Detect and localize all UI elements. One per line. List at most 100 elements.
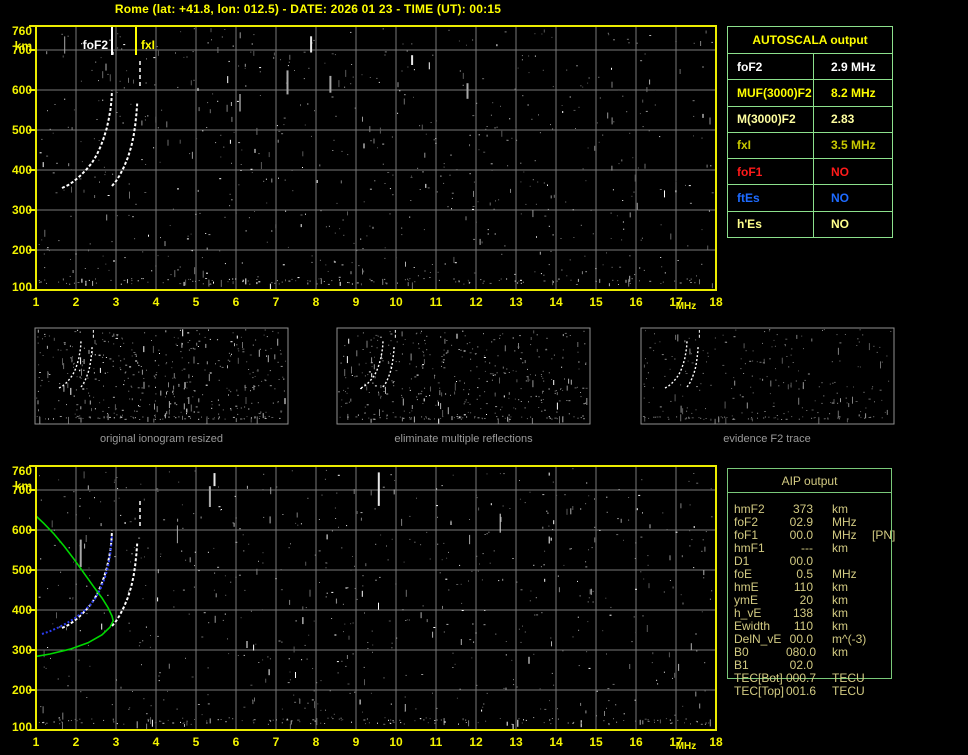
svg-text:7: 7: [273, 735, 280, 749]
autoscala-table-header: AUTOSCALA output: [728, 27, 892, 54]
svg-text:600: 600: [12, 83, 32, 97]
caption-eliminate-reflections: eliminate multiple reflections: [337, 433, 590, 445]
aip-row-B0: B0080.0km: [734, 646, 964, 659]
svg-text:400: 400: [12, 163, 32, 177]
bottom-ionogram-plot-grid: [36, 466, 716, 730]
svg-text:4: 4: [153, 295, 160, 309]
svg-text:100: 100: [12, 720, 32, 734]
svg-text:400: 400: [12, 603, 32, 617]
svg-text:16: 16: [629, 735, 643, 749]
autoscala-row-label: fxI: [728, 133, 814, 158]
bottom-ionogram-plot-x-axis: 123456789101112131415161718MHz: [33, 735, 723, 752]
aip-row-note: [872, 607, 964, 620]
svg-text:1: 1: [33, 735, 40, 749]
thumbnail-original-ionogram: [35, 328, 288, 425]
svg-text:12: 12: [469, 295, 483, 309]
autoscala-row-value: 3.5 MHz: [814, 133, 876, 158]
bottom-ionogram-plot-y-unit: km: [15, 479, 32, 493]
svg-text:11: 11: [430, 735, 443, 749]
svg-text:14: 14: [549, 295, 563, 309]
aip-row-note: [872, 659, 964, 672]
autoscala-row-value: 2.9 MHz: [814, 54, 876, 79]
bottom-ionogram-plot-x-unit: MHz: [676, 741, 697, 752]
svg-text:8: 8: [313, 295, 320, 309]
svg-text:1: 1: [33, 295, 40, 309]
aip-table-header: AIP output: [727, 468, 892, 493]
top-ionogram-plot-x-unit: MHz: [676, 301, 697, 312]
aip-row-gap: [813, 646, 832, 659]
autoscala-row-M(3000)F2: M(3000)F22.83: [728, 107, 892, 133]
autoscala-row-foF2: foF22.9 MHz: [728, 54, 892, 80]
svg-text:5: 5: [193, 295, 200, 309]
svg-text:500: 500: [12, 563, 32, 577]
svg-text:8: 8: [313, 735, 320, 749]
aip-row-gap: [813, 594, 832, 607]
svg-text:18: 18: [709, 295, 723, 309]
caption-original-ionogram: original ionogram resized: [35, 433, 288, 445]
svg-text:15: 15: [589, 295, 603, 309]
bottom-ionogram-plot-noise: [39, 468, 713, 731]
svg-text:100: 100: [12, 280, 32, 294]
thumbnail-eliminate-reflections: [337, 328, 590, 425]
svg-text:760: 760: [12, 24, 32, 38]
aip-row-gap: [813, 516, 832, 529]
foF2-marker-label: foF2: [83, 38, 109, 52]
autoscala-row-value: NO: [814, 159, 849, 184]
autoscala-row-value: NO: [814, 185, 849, 210]
aip-row-note: [PN]: [872, 529, 964, 542]
caption-evidence-f2-trace: evidence F2 trace: [641, 433, 893, 445]
aip-row-note: [872, 503, 964, 516]
aip-row-gap: [813, 555, 832, 568]
autoscala-row-value: 2.83: [814, 107, 854, 132]
svg-text:7: 7: [273, 295, 280, 309]
top-ionogram-plot-content: [36, 26, 716, 290]
svg-text:200: 200: [12, 243, 32, 257]
aip-row-note: [872, 672, 964, 685]
svg-text:9: 9: [353, 295, 360, 309]
aip-row-gap: [813, 542, 832, 555]
top-ionogram-plot-y-axis: 760700600500400300200100km: [12, 24, 35, 294]
aip-row-note: [872, 620, 964, 633]
svg-text:6: 6: [233, 735, 240, 749]
top-ionogram-plot-echo-traces: [62, 58, 140, 188]
autoscala-row-label: foF2: [728, 54, 814, 79]
svg-text:14: 14: [549, 735, 563, 749]
svg-text:6: 6: [233, 295, 240, 309]
top-ionogram-plot-y-unit: km: [15, 39, 32, 53]
svg-text:300: 300: [12, 643, 32, 657]
aip-row-unit: km: [832, 542, 872, 555]
fxI-marker-label: fxI: [141, 38, 155, 52]
svg-text:3: 3: [113, 735, 120, 749]
aip-row-note: [872, 542, 964, 555]
top-ionogram-plot: 760700600500400300200100km12345678910111…: [12, 24, 723, 312]
aip-row-gap: [813, 568, 832, 581]
bottom-ionogram-plot-content: [36, 466, 716, 731]
bottom-ionogram-plot: 760700600500400300200100km12345678910111…: [12, 464, 723, 752]
svg-text:500: 500: [12, 123, 32, 137]
aip-row-note: [872, 633, 964, 646]
aip-row-label: TEC[Top]: [734, 685, 786, 698]
top-ionogram-plot-grid: [36, 26, 716, 290]
autoscala-row-fxI: fxI3.5 MHz: [728, 133, 892, 159]
autoscala-row-label: ftEs: [728, 185, 814, 210]
aip-row-TEC[Top]: TEC[Top]001.6TECU: [734, 685, 964, 698]
svg-text:4: 4: [153, 735, 160, 749]
aip-row-hmE: hmE110km: [734, 581, 964, 594]
autoscala-row-label: MUF(3000)F2: [728, 80, 814, 105]
aip-row-unit: km: [832, 646, 872, 659]
svg-text:300: 300: [12, 203, 32, 217]
svg-text:12: 12: [469, 735, 483, 749]
svg-text:10: 10: [389, 295, 403, 309]
electron-density-profile: [36, 516, 113, 656]
frequency-markers: foF2 fxI: [83, 27, 155, 55]
aip-table-rows: hmF2373kmfoF202.9MHzfoF100.0MHz[PN]hmF1-…: [734, 503, 964, 698]
aip-row-note: [872, 555, 964, 568]
autoscala-row-ftEs: ftEsNO: [728, 185, 892, 211]
aip-row-note: [872, 646, 964, 659]
aip-row-hmF1: hmF1---km: [734, 542, 964, 555]
svg-text:2: 2: [73, 735, 80, 749]
svg-text:760: 760: [12, 464, 32, 478]
autoscala-table-rows: foF22.9 MHzMUF(3000)F28.2 MHzM(3000)F22.…: [728, 54, 892, 237]
top-ionogram-plot-x-axis: 123456789101112131415161718MHz: [33, 295, 723, 312]
aip-row-gap: [813, 620, 832, 633]
